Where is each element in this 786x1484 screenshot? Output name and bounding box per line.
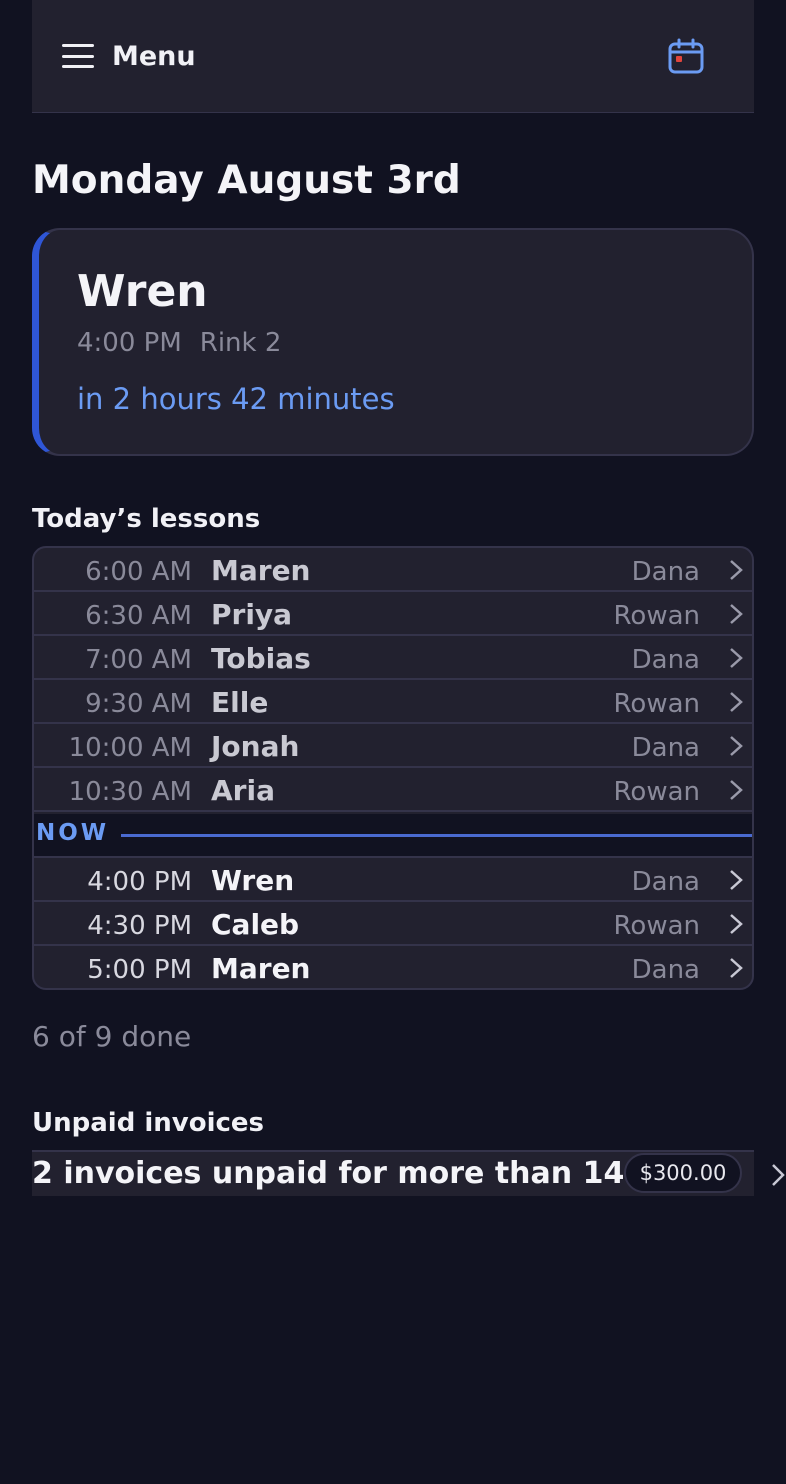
calendar-button[interactable] — [668, 38, 704, 74]
lessons-section-title: Today’s lessons — [32, 504, 261, 534]
lesson-row[interactable]: 6:00 AM Maren Dana — [34, 548, 752, 592]
lesson-row[interactable]: 4:30 PM Caleb Rowan — [34, 902, 752, 946]
lesson-row[interactable]: 6:30 AM Priya Rowan — [34, 592, 752, 636]
lesson-coach: Dana — [631, 955, 700, 985]
lesson-row[interactable]: 10:00 AM Jonah Dana — [34, 724, 752, 768]
lesson-coach: Rowan — [613, 601, 700, 631]
chevron-right-icon — [730, 560, 743, 580]
lesson-time: 10:30 AM — [68, 777, 192, 807]
lesson-student: Tobias — [211, 642, 311, 675]
menu-label: Menu — [112, 40, 196, 72]
chevron-right-icon — [730, 604, 743, 624]
lesson-row[interactable]: 9:30 AM Elle Rowan — [34, 680, 752, 724]
next-lesson-countdown: in 2 hours 42 minutes — [77, 382, 395, 416]
lesson-time: 6:30 AM — [85, 601, 192, 631]
next-lesson-location: Rink 2 — [199, 328, 282, 358]
lesson-coach: Rowan — [613, 911, 700, 941]
lesson-student: Maren — [211, 554, 311, 587]
now-line — [121, 834, 752, 837]
chevron-right-icon — [730, 958, 743, 978]
invoices-section-title: Unpaid invoices — [32, 1108, 265, 1138]
lesson-row[interactable]: 5:00 PM Maren Dana — [34, 946, 752, 988]
lesson-student: Aria — [211, 774, 275, 807]
calendar-icon — [668, 38, 704, 74]
lesson-coach: Rowan — [613, 689, 700, 719]
lesson-student: Elle — [211, 686, 269, 719]
lesson-row[interactable]: 7:00 AM Tobias Dana — [34, 636, 752, 680]
lesson-time: 4:30 PM — [87, 911, 192, 941]
lesson-coach: Dana — [631, 867, 700, 897]
lesson-student: Jonah — [211, 730, 300, 763]
lesson-time: 6:00 AM — [85, 557, 192, 587]
lesson-student: Wren — [211, 864, 295, 897]
menu-button[interactable]: Menu — [62, 38, 196, 74]
lesson-row[interactable]: 4:00 PM Wren Dana — [34, 858, 752, 902]
invoice-amount-badge: $300.00 — [624, 1153, 742, 1193]
chevron-right-icon — [772, 1164, 785, 1186]
lesson-time: 5:00 PM — [87, 955, 192, 985]
chevron-right-icon — [730, 870, 743, 890]
chevron-right-icon — [730, 780, 743, 800]
hamburger-icon — [62, 44, 94, 68]
chevron-right-icon — [730, 736, 743, 756]
lesson-coach: Dana — [631, 557, 700, 587]
lessons-progress: 6 of 9 done — [32, 1020, 192, 1053]
page-title: Monday August 3rd — [32, 158, 461, 203]
lesson-time: 4:00 PM — [87, 867, 192, 897]
lesson-student: Priya — [211, 598, 293, 631]
lesson-student: Maren — [211, 952, 311, 985]
lesson-coach: Rowan — [613, 777, 700, 807]
lesson-time: 9:30 AM — [85, 689, 192, 719]
chevron-right-icon — [730, 648, 743, 668]
chevron-right-icon — [730, 914, 743, 934]
chevron-right-icon — [730, 692, 743, 712]
lesson-row[interactable]: 10:30 AM Aria Rowan — [34, 768, 752, 812]
lesson-time: 10:00 AM — [68, 733, 192, 763]
next-lesson-meta: 4:00 PM Rink 2 — [77, 328, 281, 358]
lessons-list: 6:00 AM Maren Dana 6:30 AM Priya Rowan 7… — [32, 546, 754, 990]
next-lesson-time: 4:00 PM — [77, 328, 182, 358]
unpaid-invoices-row[interactable]: 2 invoices unpaid for more than 14 days … — [32, 1150, 785, 1196]
now-divider: NOW — [34, 814, 752, 858]
lesson-time: 7:00 AM — [85, 645, 192, 675]
next-lesson-card[interactable]: Wren 4:00 PM Rink 2 in 2 hours 42 minutes — [32, 228, 754, 456]
invoice-summary: 2 invoices unpaid for more than 14 days — [32, 1156, 713, 1191]
lesson-coach: Dana — [631, 733, 700, 763]
lesson-coach: Dana — [631, 645, 700, 675]
app-header: Menu — [32, 0, 754, 113]
next-lesson-student: Wren — [77, 266, 208, 317]
now-label: NOW — [36, 820, 110, 846]
lesson-student: Caleb — [211, 908, 300, 941]
